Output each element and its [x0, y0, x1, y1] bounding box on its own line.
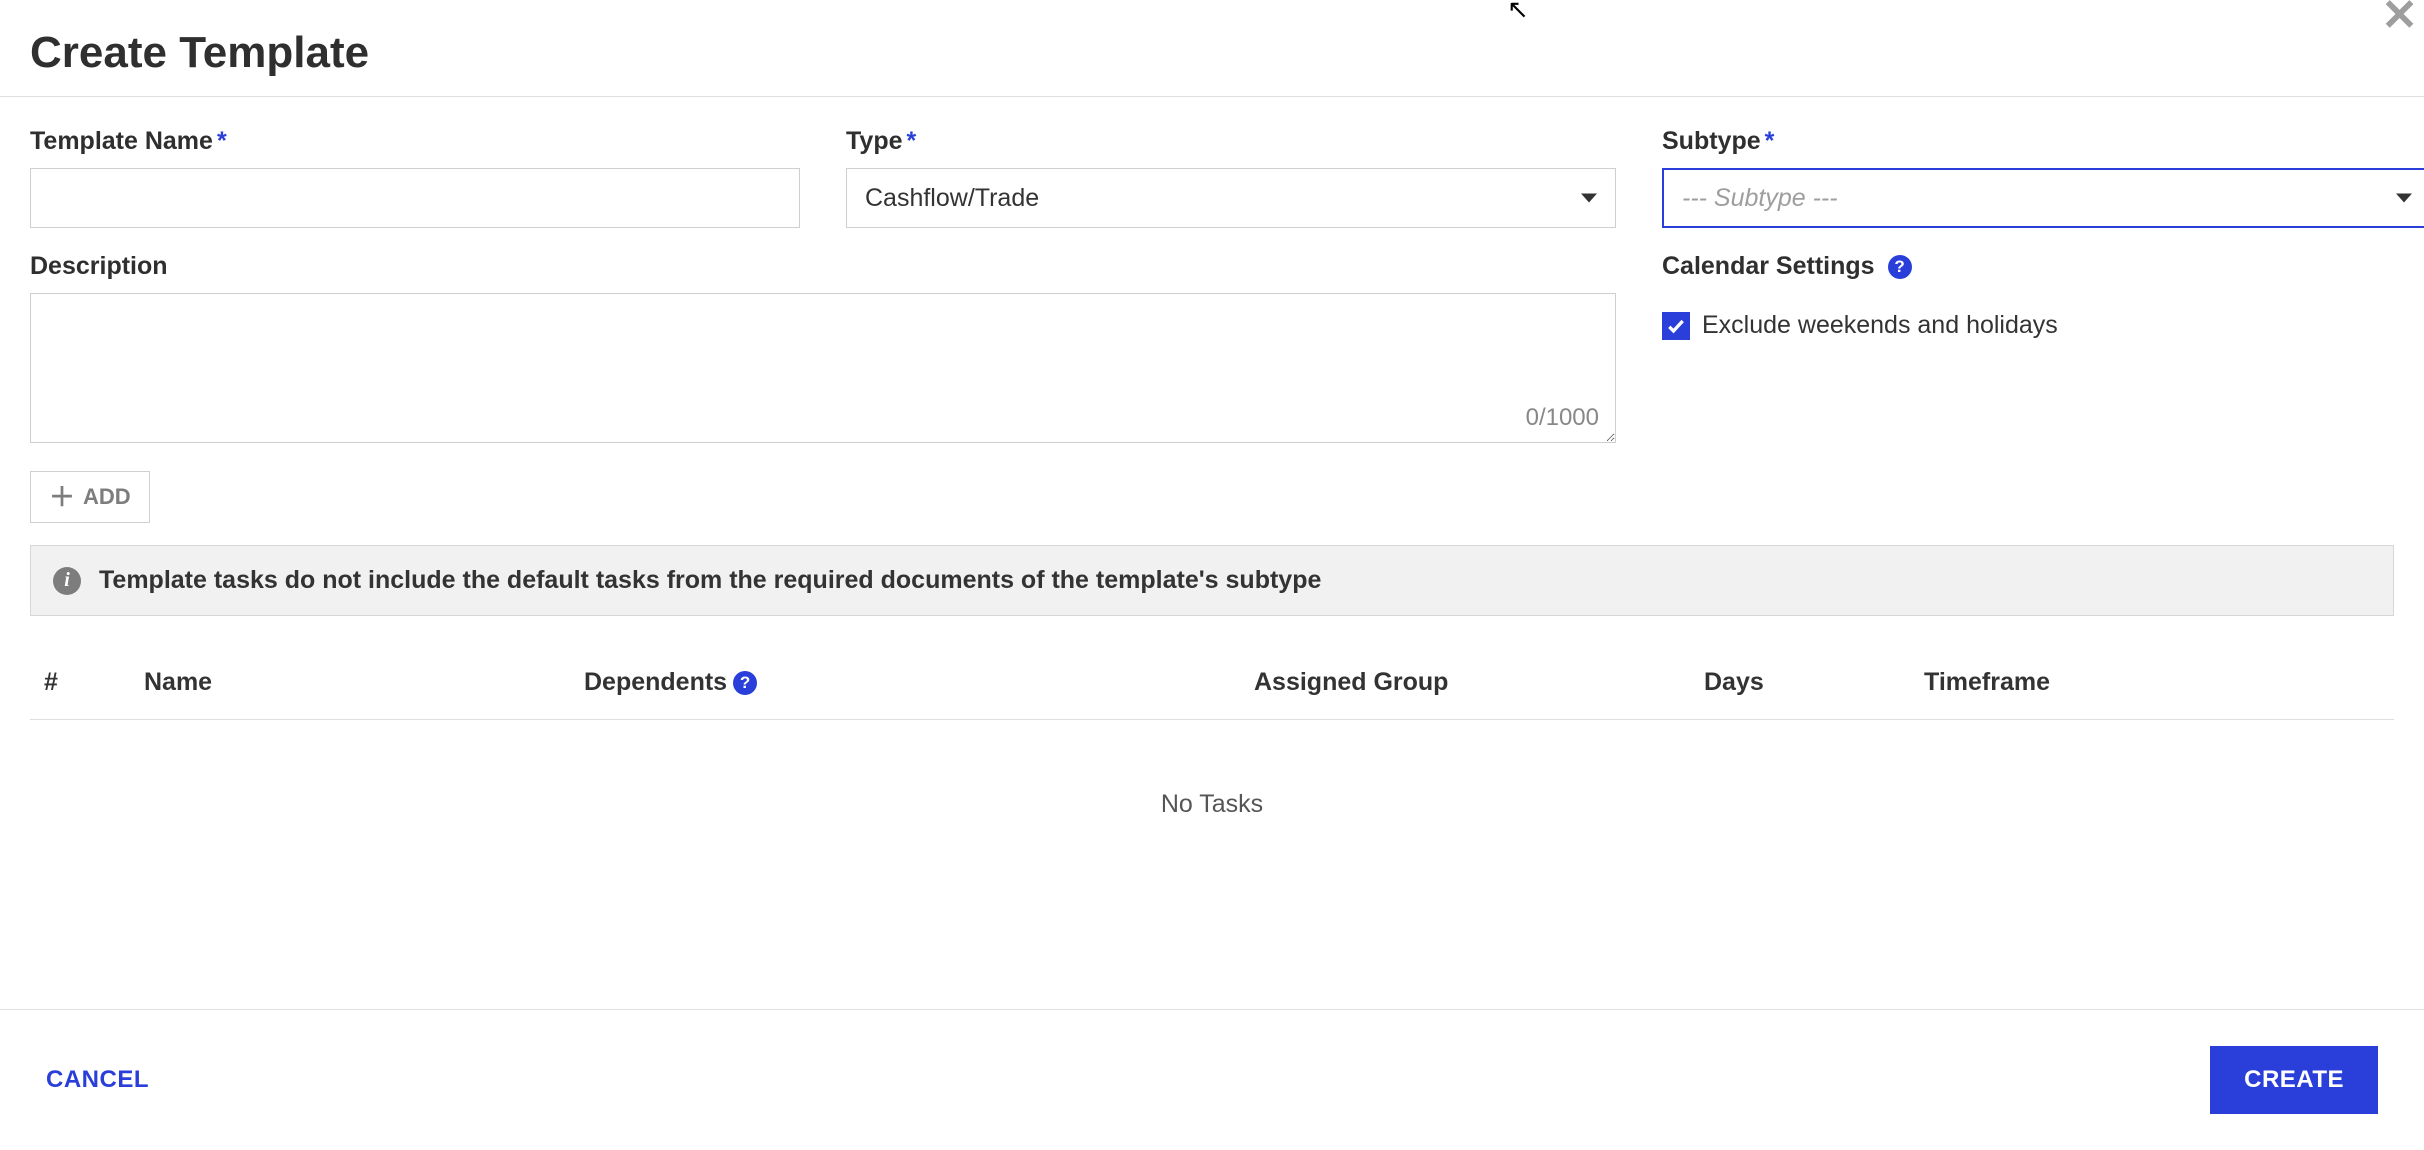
check-icon — [1666, 316, 1686, 336]
type-field: Type* Cashflow/Trade — [846, 127, 1616, 228]
required-star: * — [1765, 127, 1775, 155]
calendar-settings-label: Calendar Settings ? — [1662, 252, 2424, 281]
template-name-field: Template Name* — [30, 127, 800, 228]
subtype-field: Subtype* --- Subtype --- — [1662, 127, 2424, 228]
modal-footer: CANCEL CREATE — [0, 1009, 2424, 1150]
type-label-text: Type — [846, 127, 903, 155]
cursor-arrow-icon: ↖ — [1507, 0, 1529, 25]
required-star: * — [217, 127, 227, 155]
subtype-select-placeholder: --- Subtype --- — [1682, 184, 1838, 213]
tasks-table: # Name Dependents ? Assigned Group Days … — [30, 646, 2394, 859]
add-button-label: ADD — [83, 484, 131, 510]
col-timeframe: Timeframe — [1924, 668, 2380, 697]
create-button[interactable]: CREATE — [2210, 1046, 2378, 1114]
info-banner: i Template tasks do not include the defa… — [30, 545, 2394, 616]
modal-title: Create Template — [30, 28, 2394, 78]
exclude-weekends-label: Exclude weekends and holidays — [1702, 311, 2058, 340]
col-assigned-group: Assigned Group — [1254, 668, 1704, 697]
col-dependents: Dependents ? — [584, 668, 1254, 697]
info-icon: i — [53, 567, 81, 595]
chevron-down-icon — [2396, 194, 2412, 203]
subtype-select[interactable]: --- Subtype --- — [1662, 168, 2424, 228]
required-star: * — [907, 127, 917, 155]
create-template-modal: ↖ Create Template ✕ Template Name* Type*… — [0, 0, 2424, 1150]
close-icon[interactable]: ✕ — [2381, 0, 2418, 38]
description-input[interactable] — [31, 294, 1615, 442]
template-name-label-text: Template Name — [30, 127, 213, 155]
add-button[interactable]: ＋ ADD — [30, 471, 150, 523]
subtype-label-text: Subtype — [1662, 127, 1761, 155]
description-field: Description 0/1000 — [30, 252, 1616, 443]
template-name-input[interactable] — [30, 168, 800, 228]
modal-body: Template Name* Type* Cashflow/Trade Subt… — [0, 97, 2424, 1009]
description-area: 0/1000 — [30, 293, 1616, 443]
description-label: Description — [30, 252, 1616, 281]
info-banner-text: Template tasks do not include the defaul… — [99, 566, 1321, 595]
help-icon[interactable]: ? — [1888, 255, 1912, 279]
col-days: Days — [1704, 668, 1924, 697]
calendar-settings: Calendar Settings ? Exclude weekends and… — [1662, 252, 2424, 443]
no-tasks-message: No Tasks — [30, 720, 2394, 859]
help-icon[interactable]: ? — [733, 671, 757, 695]
col-name: Name — [144, 668, 584, 697]
modal-header: ↖ Create Template ✕ — [0, 0, 2424, 97]
col-dependents-label: Dependents — [584, 668, 727, 697]
calendar-label-text: Calendar Settings — [1662, 252, 1875, 280]
chevron-down-icon — [1581, 194, 1597, 203]
tasks-table-header: # Name Dependents ? Assigned Group Days … — [30, 646, 2394, 720]
type-select-value: Cashflow/Trade — [865, 184, 1039, 213]
template-name-label: Template Name* — [30, 127, 800, 156]
plus-icon: ＋ — [49, 484, 75, 510]
exclude-weekends-checkbox[interactable] — [1662, 312, 1690, 340]
type-select[interactable]: Cashflow/Trade — [846, 168, 1616, 228]
cancel-button[interactable]: CANCEL — [46, 1066, 149, 1094]
form-row-1: Template Name* Type* Cashflow/Trade Subt… — [30, 127, 2394, 228]
form-row-2: Description 0/1000 Calendar Settings ? E… — [30, 252, 2394, 443]
exclude-weekends-row: Exclude weekends and holidays — [1662, 311, 2424, 340]
subtype-label: Subtype* — [1662, 127, 2424, 156]
type-label: Type* — [846, 127, 1616, 156]
col-idx: # — [44, 668, 144, 697]
